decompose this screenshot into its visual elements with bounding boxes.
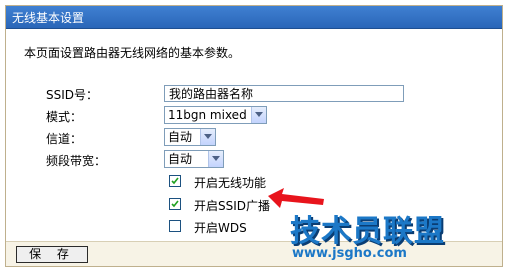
- save-button[interactable]: 保 存: [16, 246, 88, 263]
- ssid-label: SSID号：: [46, 88, 99, 102]
- chevron-down-icon[interactable]: [251, 107, 266, 123]
- checkmark-icon: [171, 200, 179, 208]
- wireless-enable-label: 开启无线功能: [194, 176, 267, 190]
- ssid-broadcast-checkbox[interactable]: [169, 198, 181, 210]
- mode-select[interactable]: 11bgn mixed: [164, 106, 267, 124]
- checkmark-icon: [171, 177, 179, 185]
- channel-select-value: 自动: [168, 130, 193, 144]
- wds-enable-label: 开启WDS: [194, 221, 247, 235]
- ssid-input[interactable]: [164, 85, 404, 102]
- watermark-url: www.jsgho.com: [292, 246, 407, 261]
- wds-enable-checkbox[interactable]: [169, 220, 181, 232]
- bandwidth-label: 频段带宽：: [46, 154, 107, 168]
- channel-select[interactable]: 自动: [164, 128, 216, 146]
- ssid-broadcast-label: 开启SSID广播: [194, 199, 271, 213]
- bandwidth-select-value: 自动: [168, 152, 193, 166]
- chevron-down-icon[interactable]: [200, 129, 215, 145]
- panel-description: 本页面设置路由器无线网络的基本参数。: [24, 46, 241, 60]
- mode-select-value: 11bgn mixed: [168, 108, 247, 122]
- channel-label: 信道：: [46, 132, 83, 146]
- mode-label: 模式：: [46, 110, 83, 124]
- panel-title: 无线基本设置: [12, 11, 85, 25]
- watermark-logo: 技术员联盟: [290, 214, 445, 249]
- chevron-down-icon[interactable]: [208, 151, 223, 167]
- wireless-enable-checkbox[interactable]: [169, 175, 181, 187]
- panel-title-bar: 无线基本设置: [6, 6, 502, 29]
- bandwidth-select[interactable]: 自动: [164, 150, 224, 168]
